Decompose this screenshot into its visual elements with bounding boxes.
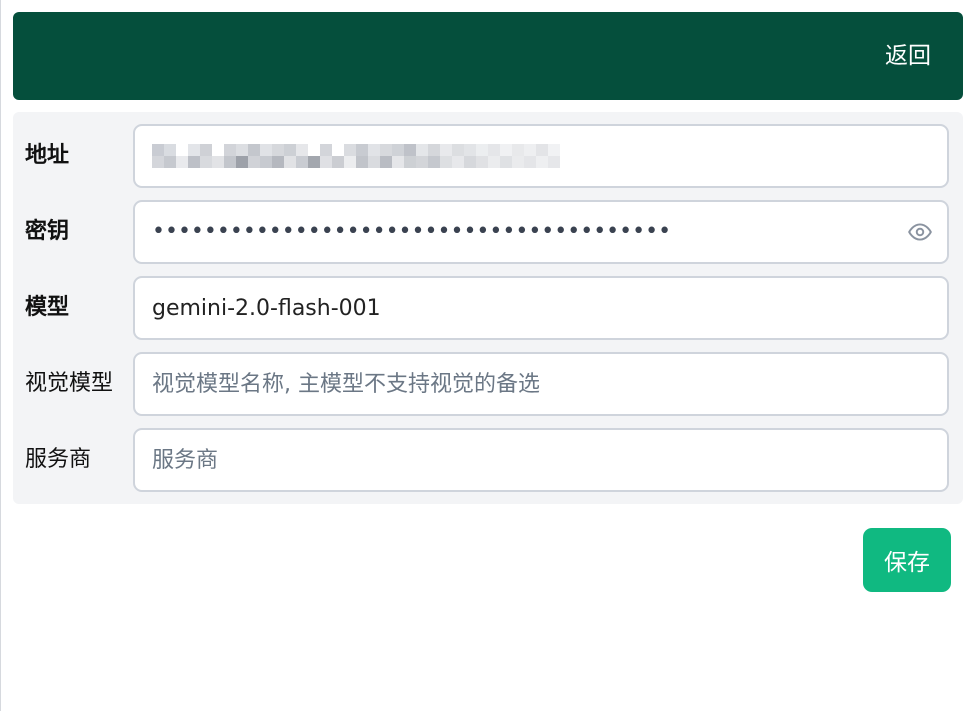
key-row: 密钥 •••••••••••••••••••••••••••••••••••••… — [13, 200, 963, 264]
key-field[interactable]: •••••••••••••••••••••••••••••••••••••••• — [133, 200, 949, 264]
key-masked-value: •••••••••••••••••••••••••••••••••••••••• — [152, 219, 672, 244]
redacted-address-value — [152, 144, 560, 168]
save-button[interactable]: 保存 — [863, 528, 951, 592]
vision-model-label: 视觉模型 — [25, 371, 114, 396]
provider-input[interactable] — [152, 430, 892, 490]
back-link[interactable]: 返回 — [885, 40, 931, 72]
vision-model-input[interactable] — [152, 354, 892, 414]
model-label: 模型 — [25, 295, 70, 320]
address-field[interactable] — [133, 124, 949, 188]
window-left-edge — [0, 0, 1, 711]
model-input[interactable] — [152, 278, 892, 338]
model-field[interactable] — [133, 276, 949, 340]
provider-row: 服务商 — [13, 428, 963, 492]
address-row: 地址 — [13, 124, 963, 188]
settings-form: 地址 密钥 ••••••••••••••••••••••••••••••••••… — [13, 112, 963, 504]
address-label: 地址 — [25, 143, 70, 168]
vision-model-field[interactable] — [133, 352, 949, 416]
key-label: 密钥 — [25, 219, 70, 244]
model-row: 模型 — [13, 276, 963, 340]
eye-icon[interactable] — [907, 219, 933, 245]
header-bar: 返回 — [13, 12, 963, 100]
vision-model-row: 视觉模型 — [13, 352, 963, 416]
provider-field[interactable] — [133, 428, 949, 492]
provider-label: 服务商 — [25, 447, 92, 472]
